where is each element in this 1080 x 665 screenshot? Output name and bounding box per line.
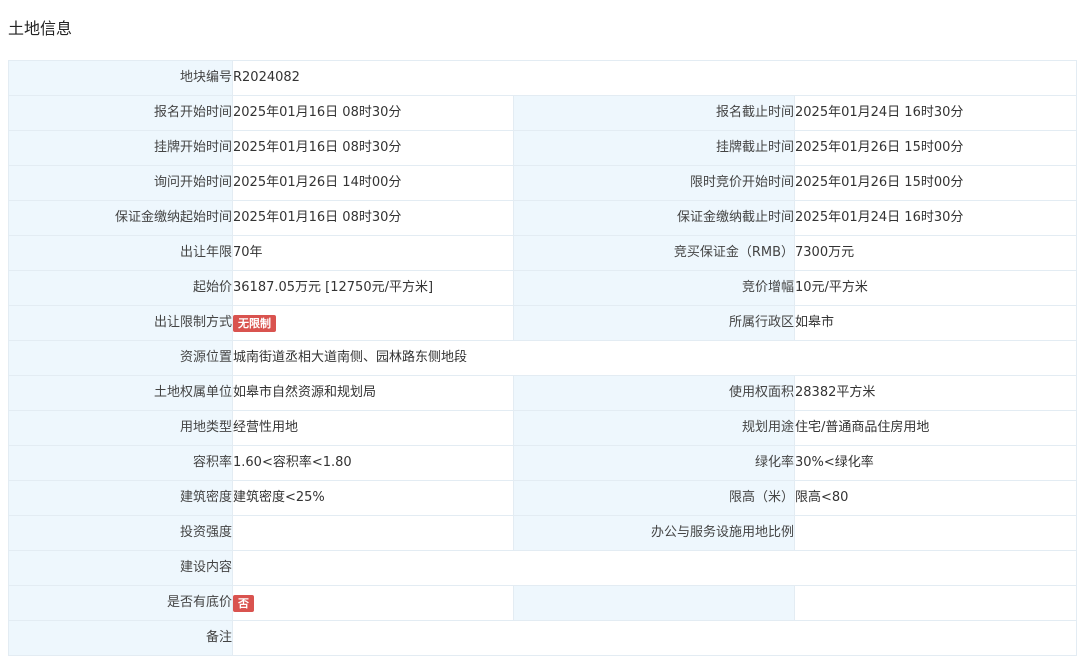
section-title: 土地信息 <box>8 19 73 38</box>
deposit-start-value: 2025年01月16日 08时30分 <box>232 200 514 236</box>
far-label: 容积率 <box>8 445 233 481</box>
table-row: 出让限制方式 无限制 所属行政区 如皋市 <box>8 305 1078 341</box>
height-label: 限高（米） <box>513 480 795 516</box>
reserve-price-label: 是否有底价 <box>8 585 233 621</box>
increment-label: 竞价增幅 <box>513 270 795 306</box>
reg-end-value: 2025年01月24日 16时30分 <box>793 95 1078 131</box>
density-label: 建筑密度 <box>8 480 233 516</box>
parcel-no-value: R2024082 <box>231 60 1078 96</box>
far-value: 1.60<容积率<1.80 <box>232 445 514 481</box>
term-value: 70年 <box>232 235 514 271</box>
table-row: 备注 <box>8 620 1078 656</box>
table-row: 投资强度 办公与服务设施用地比例 <box>8 515 1078 551</box>
construction-value <box>231 550 1078 586</box>
table-row: 是否有底价 否 <box>8 585 1078 621</box>
deposit-end-value: 2025年01月24日 16时30分 <box>793 200 1078 236</box>
district-value: 如皋市 <box>793 305 1078 341</box>
table-row: 地块编号 R2024082 <box>8 60 1078 96</box>
height-value: 限高<80 <box>793 480 1078 516</box>
reg-end-label: 报名截止时间 <box>513 95 795 131</box>
table-row: 资源位置 城南街道丞相大道南侧、园林路东侧地段 <box>8 340 1078 376</box>
area-value: 28382平方米 <box>793 375 1078 411</box>
parcel-no-label: 地块编号 <box>8 60 233 96</box>
location-label: 资源位置 <box>8 340 233 376</box>
table-row: 容积率 1.60<容积率<1.80 绿化率 30%<绿化率 <box>8 445 1078 481</box>
bid-deposit-label: 竞买保证金（RMB） <box>513 235 795 271</box>
office-ratio-value <box>793 515 1078 551</box>
inquiry-start-label: 询问开始时间 <box>8 165 233 201</box>
listing-start-value: 2025年01月16日 08时30分 <box>232 130 514 166</box>
land-info-table: 地块编号 R2024082 报名开始时间 2025年01月16日 08时30分 … <box>8 60 1078 656</box>
table-row: 起始价 36187.05万元 [12750元/平方米] 竞价增幅 10元/平方米 <box>8 270 1078 306</box>
land-type-value: 经营性用地 <box>232 410 514 446</box>
density-value: 建筑密度<25% <box>232 480 514 516</box>
remarks-label: 备注 <box>8 620 233 656</box>
table-row: 挂牌开始时间 2025年01月16日 08时30分 挂牌截止时间 2025年01… <box>8 130 1078 166</box>
table-row: 保证金缴纳起始时间 2025年01月16日 08时30分 保证金缴纳截止时间 2… <box>8 200 1078 236</box>
listing-end-label: 挂牌截止时间 <box>513 130 795 166</box>
land-type-label: 用地类型 <box>8 410 233 446</box>
owner-label: 土地权属单位 <box>8 375 233 411</box>
remarks-value <box>231 620 1078 656</box>
table-row: 建筑密度 建筑密度<25% 限高（米） 限高<80 <box>8 480 1078 516</box>
reg-start-label: 报名开始时间 <box>8 95 233 131</box>
inquiry-start-value: 2025年01月26日 14时00分 <box>232 165 514 201</box>
restriction-badge: 无限制 <box>233 314 276 332</box>
deposit-end-label: 保证金缴纳截止时间 <box>513 200 795 236</box>
restriction-value: 无限制 <box>232 305 514 341</box>
deposit-start-label: 保证金缴纳起始时间 <box>8 200 233 236</box>
location-value: 城南街道丞相大道南侧、园林路东侧地段 <box>231 340 1078 376</box>
construction-label: 建设内容 <box>8 550 233 586</box>
empty-value-cell <box>793 585 1078 621</box>
table-row: 报名开始时间 2025年01月16日 08时30分 报名截止时间 2025年01… <box>8 95 1078 131</box>
green-value: 30%<绿化率 <box>793 445 1078 481</box>
restriction-label: 出让限制方式 <box>8 305 233 341</box>
empty-label-cell <box>513 585 795 621</box>
table-row: 用地类型 经营性用地 规划用途 住宅/普通商品住房用地 <box>8 410 1078 446</box>
start-price-label: 起始价 <box>8 270 233 306</box>
investment-label: 投资强度 <box>8 515 233 551</box>
timed-bid-start-value: 2025年01月26日 15时00分 <box>793 165 1078 201</box>
reserve-price-value: 否 <box>232 585 514 621</box>
table-row: 建设内容 <box>8 550 1078 586</box>
increment-value: 10元/平方米 <box>793 270 1078 306</box>
district-label: 所属行政区 <box>513 305 795 341</box>
table-row: 土地权属单位 如皋市自然资源和规划局 使用权面积 28382平方米 <box>8 375 1078 411</box>
timed-bid-start-label: 限时竞价开始时间 <box>513 165 795 201</box>
reg-start-value: 2025年01月16日 08时30分 <box>232 95 514 131</box>
investment-value <box>232 515 514 551</box>
term-label: 出让年限 <box>8 235 233 271</box>
start-price-value: 36187.05万元 [12750元/平方米] <box>232 270 514 306</box>
listing-end-value: 2025年01月26日 15时00分 <box>793 130 1078 166</box>
reserve-price-badge: 否 <box>233 594 254 612</box>
table-row: 询问开始时间 2025年01月26日 14时00分 限时竞价开始时间 2025年… <box>8 165 1078 201</box>
planned-use-label: 规划用途 <box>513 410 795 446</box>
listing-start-label: 挂牌开始时间 <box>8 130 233 166</box>
green-label: 绿化率 <box>513 445 795 481</box>
table-row: 出让年限 70年 竞买保证金（RMB） 7300万元 <box>8 235 1078 271</box>
area-label: 使用权面积 <box>513 375 795 411</box>
office-ratio-label: 办公与服务设施用地比例 <box>513 515 795 551</box>
owner-value: 如皋市自然资源和规划局 <box>232 375 514 411</box>
bid-deposit-value: 7300万元 <box>793 235 1078 271</box>
planned-use-value: 住宅/普通商品住房用地 <box>793 410 1078 446</box>
